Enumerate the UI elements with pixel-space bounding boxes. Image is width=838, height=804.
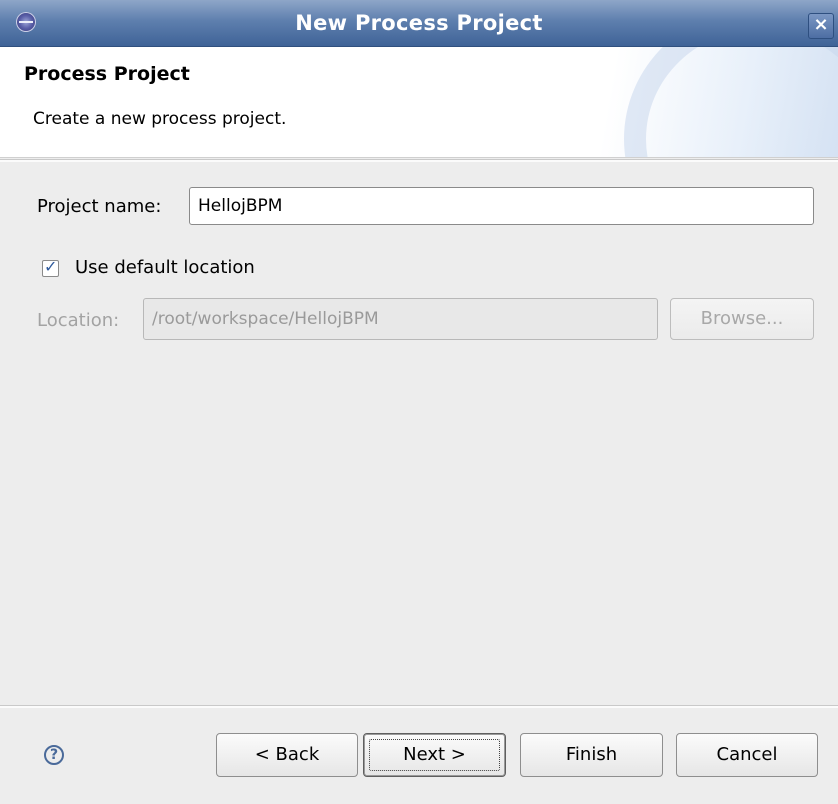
location-input[interactable] <box>143 298 658 340</box>
page-title: Process Project <box>24 63 190 85</box>
project-name-input[interactable] <box>189 187 814 225</box>
use-default-location-label[interactable]: Use default location <box>75 257 255 278</box>
project-name-label: Project name: <box>37 196 162 217</box>
help-icon[interactable]: ? <box>44 745 64 765</box>
cancel-button[interactable]: Cancel <box>676 733 818 777</box>
check-mark-icon: ✓ <box>44 257 58 276</box>
close-icon: × <box>813 14 829 35</box>
back-button[interactable]: < Back <box>216 733 358 777</box>
window-title: New Process Project <box>295 11 543 35</box>
title-bar[interactable]: New Process Project × <box>0 0 838 47</box>
page-description: Create a new process project. <box>33 109 287 129</box>
back-button-label: < Back <box>254 744 320 765</box>
wizard-banner: Process Project Create a new process pro… <box>0 47 838 158</box>
finish-button[interactable]: Finish <box>520 733 663 777</box>
banner-decoration <box>624 47 838 157</box>
browse-button[interactable]: Browse... <box>670 298 814 340</box>
next-button-label: Next > <box>403 744 466 765</box>
use-default-location-checkbox[interactable]: ✓ <box>42 257 59 277</box>
banner-divider <box>0 159 838 162</box>
next-button[interactable]: Next > <box>363 733 506 777</box>
finish-button-label: Finish <box>565 744 618 765</box>
dialog-window: New Process Project × Process Project Cr… <box>0 0 838 804</box>
cancel-button-label: Cancel <box>716 744 778 765</box>
footer-divider <box>0 705 838 708</box>
close-button[interactable]: × <box>808 13 834 39</box>
browse-button-label: Browse... <box>700 308 784 329</box>
location-label: Location: <box>37 310 120 331</box>
